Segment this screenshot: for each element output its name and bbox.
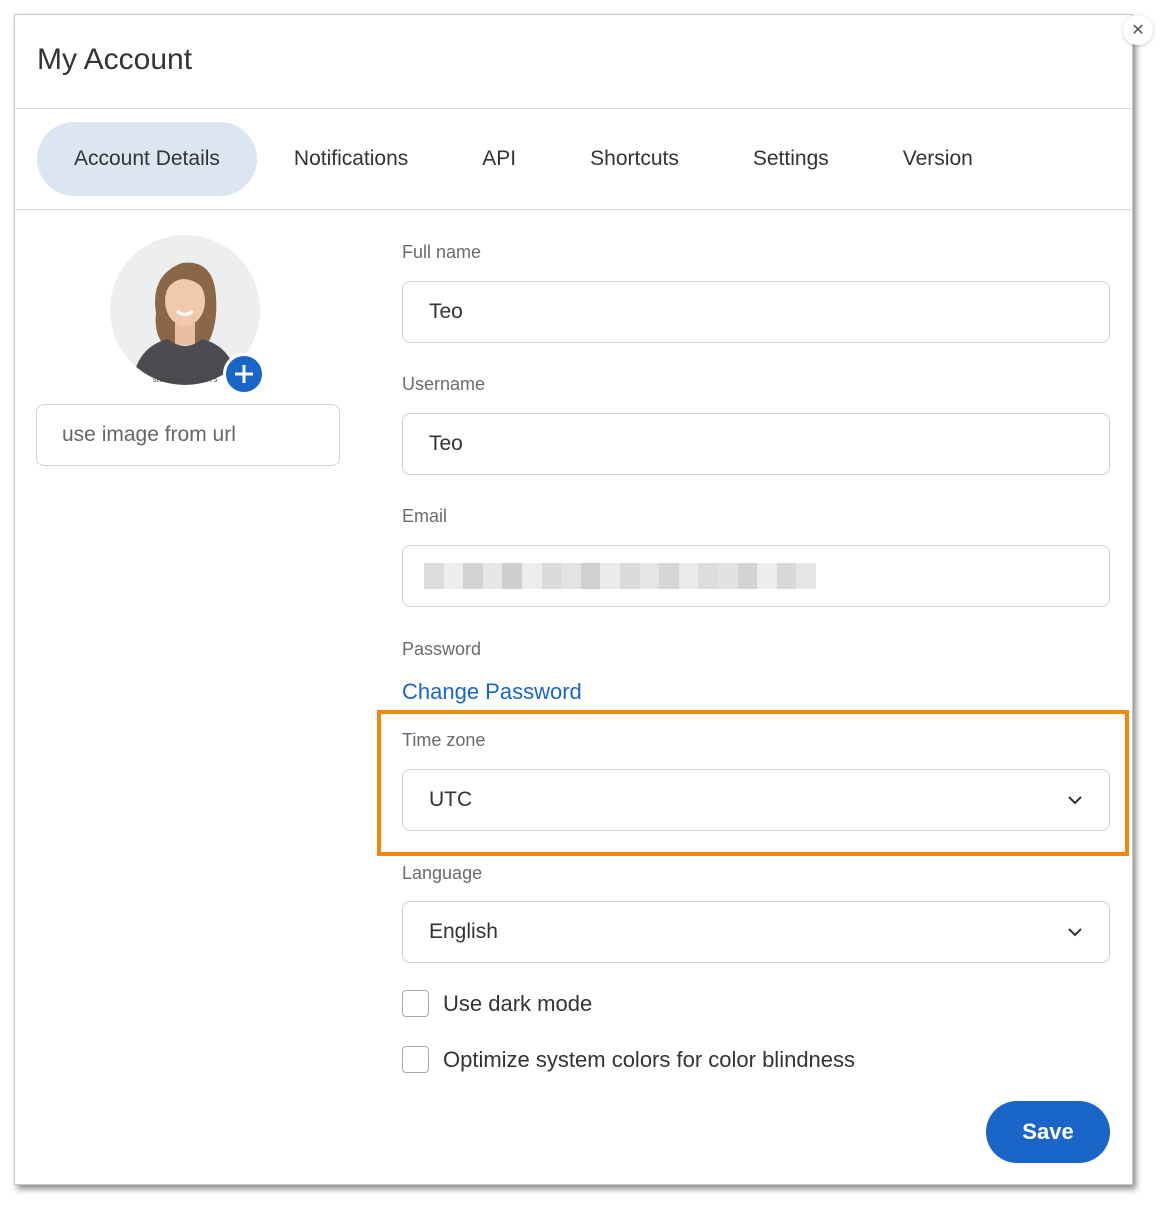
username-value: Teo — [429, 432, 463, 455]
close-button[interactable]: ✕ — [1123, 15, 1153, 45]
tab-bar: Account Details Notifications API Shortc… — [37, 122, 1010, 196]
color-blind-checkbox[interactable] — [402, 1046, 429, 1073]
password-label: Password — [402, 639, 482, 659]
tab-settings[interactable]: Settings — [716, 122, 866, 196]
tab-account-details[interactable]: Account Details — [37, 122, 257, 196]
username-input[interactable]: Teo — [402, 413, 1110, 475]
close-icon: ✕ — [1131, 22, 1145, 39]
email-input[interactable] — [402, 545, 1110, 607]
avatar-caption: stock.com · 66075 — [153, 376, 218, 384]
language-value: English — [429, 920, 498, 943]
plus-icon — [235, 365, 253, 383]
color-blind-label: Optimize system colors for color blindne… — [443, 1046, 856, 1072]
my-account-dialog: ✕ My Account Account Details Notificatio… — [14, 14, 1153, 1185]
full-name-input[interactable]: Teo — [402, 281, 1110, 343]
dark-mode-label: Use dark mode — [443, 990, 593, 1016]
email-value-redacted — [424, 563, 816, 589]
email-label: Email — [402, 506, 448, 526]
color-blind-option[interactable]: Optimize system colors for color blindne… — [402, 1046, 855, 1073]
chevron-down-icon — [1067, 927, 1083, 937]
tabs-divider — [15, 209, 1132, 210]
header-divider — [15, 108, 1132, 109]
username-label: Username — [402, 374, 486, 394]
language-label: Language — [402, 863, 483, 883]
change-password-link[interactable]: Change Password — [402, 679, 582, 705]
tab-notifications[interactable]: Notifications — [257, 122, 445, 196]
dark-mode-checkbox[interactable] — [402, 990, 429, 1017]
dialog-title: My Account — [37, 43, 193, 76]
language-select[interactable]: English — [402, 901, 1110, 963]
time-zone-highlight — [377, 710, 1129, 856]
full-name-value: Teo — [429, 300, 463, 323]
full-name-label: Full name — [402, 242, 482, 262]
dark-mode-option[interactable]: Use dark mode — [402, 990, 592, 1017]
tab-version[interactable]: Version — [866, 122, 1010, 196]
image-url-input[interactable] — [36, 404, 340, 466]
tab-api[interactable]: API — [445, 122, 553, 196]
tab-shortcuts[interactable]: Shortcuts — [553, 122, 716, 196]
add-photo-button[interactable] — [223, 353, 265, 395]
save-button[interactable]: Save — [986, 1101, 1110, 1163]
